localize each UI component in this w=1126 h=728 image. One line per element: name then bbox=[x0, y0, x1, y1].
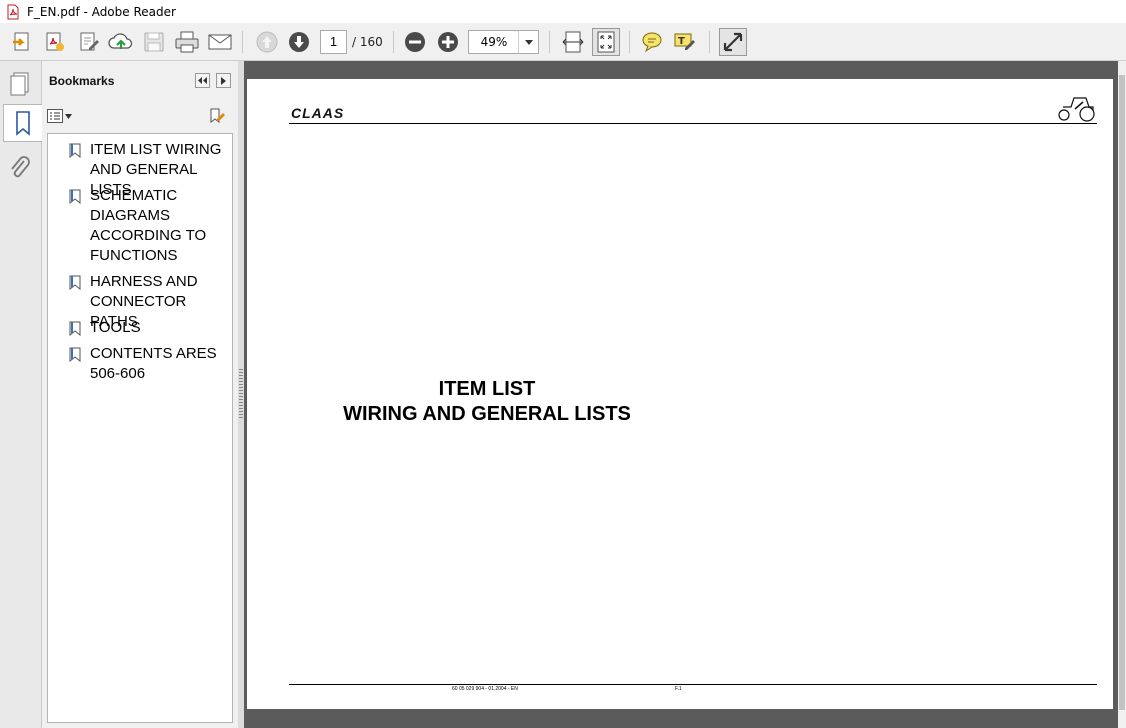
plus-circle-icon bbox=[438, 32, 458, 52]
options-list-icon bbox=[47, 109, 63, 123]
zoom-in-button[interactable] bbox=[434, 28, 462, 56]
bookmark-item[interactable]: CONTENTS ARES 506-606 bbox=[48, 344, 232, 384]
bookmark-icon bbox=[69, 143, 81, 158]
full-screen-button[interactable] bbox=[719, 28, 747, 56]
upload-button[interactable] bbox=[107, 28, 135, 56]
printer-icon bbox=[175, 31, 199, 53]
zoom-out-button[interactable] bbox=[401, 28, 429, 56]
bookmark-label[interactable]: SCHEMATIC DIAGRAMS ACCORDING TO FUNCTION… bbox=[90, 186, 232, 266]
collapse-panel-button[interactable] bbox=[195, 73, 210, 88]
header-rule bbox=[289, 123, 1097, 124]
comment-button[interactable] bbox=[638, 28, 666, 56]
save-disk-icon bbox=[144, 32, 164, 52]
claas-logo: CLAAS bbox=[291, 106, 344, 120]
footer-rule bbox=[289, 684, 1097, 685]
bookmarks-header: Bookmarks bbox=[42, 61, 238, 101]
toolbar-separator bbox=[393, 31, 394, 53]
title-bar: F_EN.pdf - Adobe Reader bbox=[0, 0, 1126, 23]
main-toolbar: 1 / 160 49% T bbox=[0, 23, 1126, 61]
attachments-button[interactable] bbox=[3, 149, 37, 187]
brand-text: CLAAS bbox=[291, 106, 344, 120]
email-button[interactable] bbox=[206, 28, 234, 56]
bookmark-item[interactable]: TOOLS bbox=[48, 318, 232, 338]
footer-doc-number: 60 05 029 904 - 01.2004 - EN bbox=[452, 686, 518, 692]
arrow-down-circle-icon bbox=[289, 32, 309, 52]
toolbar-separator bbox=[242, 31, 243, 53]
toolbar-separator bbox=[629, 31, 630, 53]
pdf-page: CLAAS ITEM LIST WIRING AND GENERAL LISTS… bbox=[247, 79, 1113, 709]
highlight-text-icon: T bbox=[674, 33, 695, 50]
expand-current-bookmark-button[interactable] bbox=[208, 108, 226, 130]
footer-page-number: F.1 bbox=[675, 686, 682, 692]
page-total-label: / 160 bbox=[352, 35, 383, 49]
document-viewer: CLAAS ITEM LIST WIRING AND GENERAL LISTS… bbox=[244, 61, 1118, 728]
panel-options-button[interactable] bbox=[216, 73, 231, 88]
bookmark-icon bbox=[69, 347, 81, 362]
splitter-grip[interactable] bbox=[239, 369, 243, 419]
previous-page-button[interactable] bbox=[253, 28, 281, 56]
svg-text:T: T bbox=[678, 36, 685, 47]
zoom-value[interactable]: 49% bbox=[469, 31, 519, 53]
find-bookmark-icon bbox=[210, 108, 225, 123]
page-thumbnails-icon bbox=[10, 72, 29, 96]
tractor-icon bbox=[1058, 97, 1095, 122]
bookmarks-tab-button[interactable] bbox=[3, 104, 42, 142]
bookmarks-toolbar bbox=[42, 103, 238, 131]
bookmark-icon bbox=[69, 189, 81, 204]
double-chevron-left-icon bbox=[198, 77, 207, 84]
bookmark-icon bbox=[69, 321, 81, 336]
cloud-upload-icon bbox=[108, 33, 133, 49]
page-number-input[interactable]: 1 bbox=[320, 30, 347, 54]
envelope-icon bbox=[208, 34, 232, 50]
bookmark-label[interactable]: TOOLS bbox=[90, 318, 232, 338]
zoom-dropdown-button[interactable] bbox=[518, 31, 538, 53]
title-line-1: ITEM LIST bbox=[438, 378, 536, 400]
chevron-right-icon bbox=[221, 76, 226, 85]
document-title: ITEM LIST WIRING AND GENERAL LISTS bbox=[327, 377, 647, 427]
edit-button[interactable] bbox=[75, 28, 103, 56]
next-page-button[interactable] bbox=[285, 28, 313, 56]
open-button[interactable] bbox=[8, 28, 36, 56]
toolbar-separator bbox=[549, 31, 550, 53]
print-button[interactable] bbox=[173, 28, 201, 56]
vertical-scrollbar[interactable] bbox=[1118, 61, 1126, 728]
save-button[interactable] bbox=[141, 28, 167, 56]
arrow-up-circle-icon bbox=[256, 31, 278, 53]
bookmarks-title: Bookmarks bbox=[49, 74, 115, 88]
minus-circle-icon bbox=[405, 32, 425, 52]
expand-arrows-icon bbox=[723, 32, 743, 52]
fit-page-button[interactable] bbox=[592, 28, 620, 56]
fit-width-button[interactable] bbox=[559, 28, 587, 56]
window-title: F_EN.pdf - Adobe Reader bbox=[27, 4, 176, 19]
chevron-down-icon bbox=[524, 39, 533, 45]
pdf-file-icon bbox=[7, 4, 19, 19]
bookmarks-list: ITEM LIST WIRING AND GENERAL LISTS SCHEM… bbox=[47, 133, 233, 723]
bookmark-ribbon-icon bbox=[16, 111, 30, 136]
fit-page-width-icon bbox=[562, 31, 584, 53]
create-pdf-button[interactable] bbox=[41, 28, 69, 56]
page-thumbnails-button[interactable] bbox=[3, 65, 37, 103]
sticky-note-icon bbox=[642, 32, 662, 53]
navigation-rail bbox=[0, 61, 42, 728]
create-pdf-icon bbox=[46, 32, 64, 51]
title-line-2: WIRING AND GENERAL LISTS bbox=[343, 403, 631, 425]
bookmark-label[interactable]: CONTENTS ARES 506-606 bbox=[90, 344, 232, 384]
edit-document-icon bbox=[80, 32, 99, 51]
open-file-icon bbox=[13, 32, 29, 51]
bookmark-item[interactable]: SCHEMATIC DIAGRAMS ACCORDING TO FUNCTION… bbox=[48, 186, 232, 266]
bookmarks-panel: Bookmarks ITEM LIST WIRING AND GENERAL L… bbox=[42, 61, 238, 728]
scrollbar-thumb[interactable] bbox=[1119, 75, 1125, 710]
paperclip-icon bbox=[11, 156, 30, 178]
chevron-down-icon bbox=[65, 113, 72, 119]
bookmark-icon bbox=[69, 275, 81, 290]
zoom-select[interactable]: 49% bbox=[468, 30, 539, 54]
toolbar-separator bbox=[709, 31, 710, 53]
highlight-text-button[interactable]: T bbox=[671, 28, 699, 56]
fit-one-page-icon bbox=[597, 31, 615, 53]
bookmark-options-menu[interactable] bbox=[47, 109, 72, 123]
